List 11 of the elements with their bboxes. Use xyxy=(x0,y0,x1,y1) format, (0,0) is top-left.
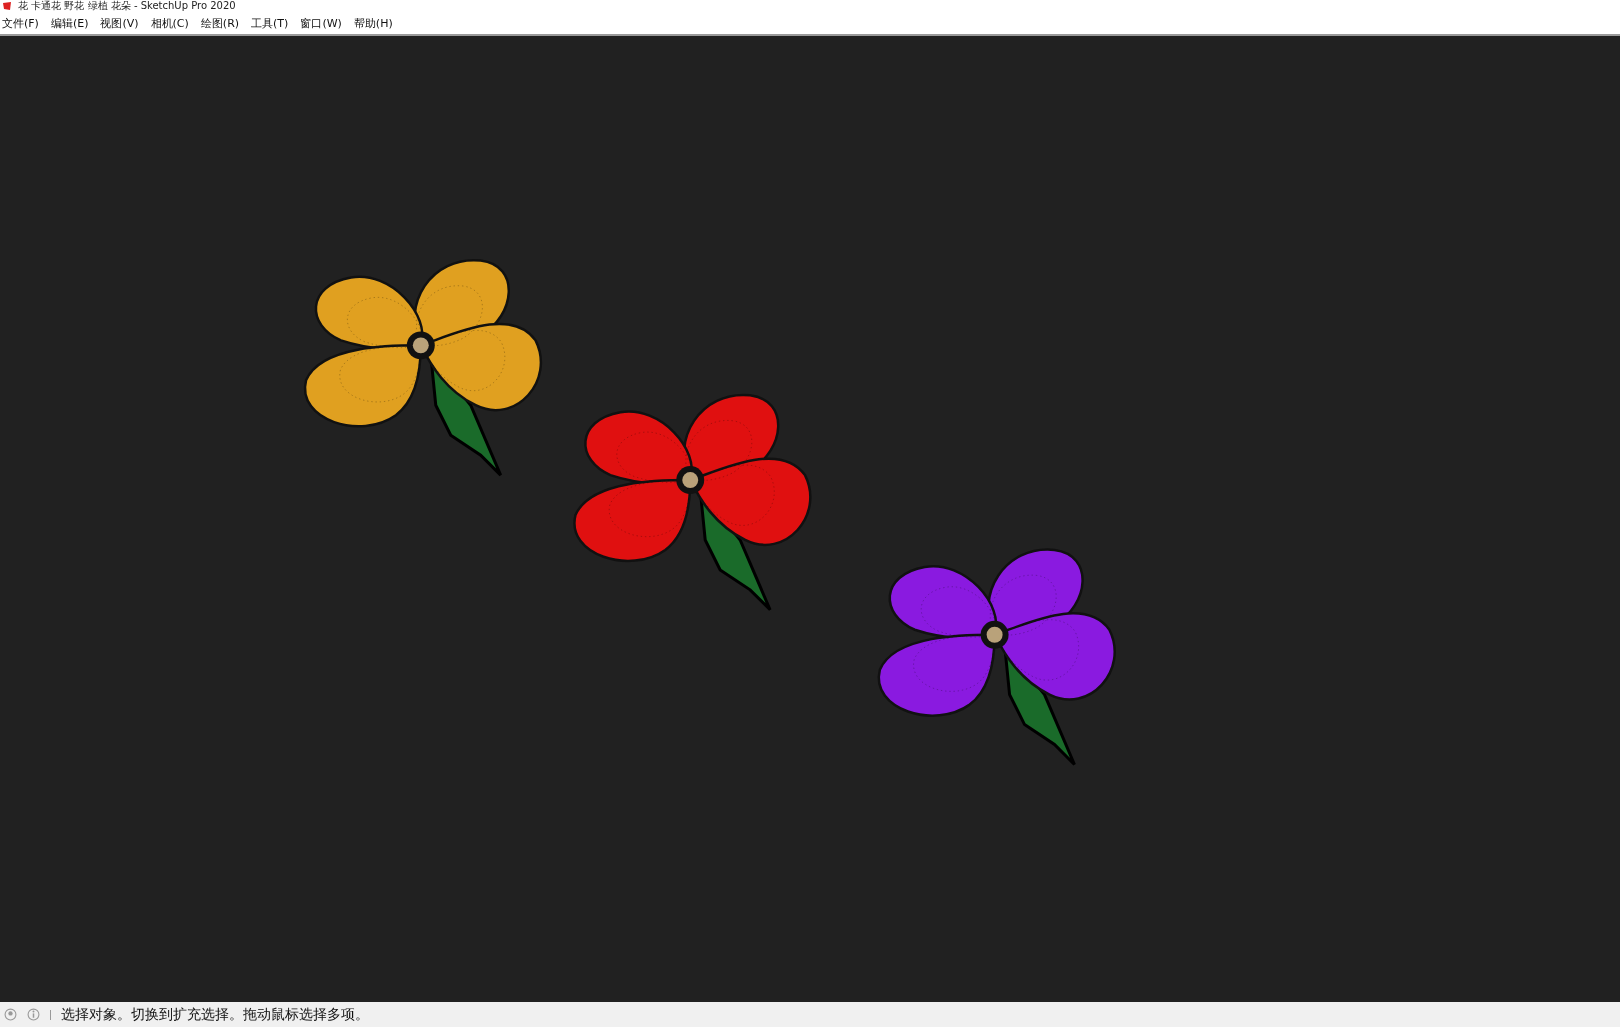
menu-item[interactable]: 文件(F) xyxy=(2,15,39,31)
status-message: 选择对象。切换到扩充选择。拖动鼠标选择多项。 xyxy=(61,1005,369,1024)
menu-item[interactable]: 工具(T) xyxy=(251,15,289,31)
window-title: 花 卡通花 野花 绿植 花朵 - SketchUp Pro 2020 xyxy=(18,0,236,12)
menu-item[interactable]: 视图(V) xyxy=(100,15,139,31)
menu-item[interactable]: 绘图(R) xyxy=(200,15,240,31)
info-icon[interactable] xyxy=(27,1008,40,1021)
menu-item[interactable]: 相机(C) xyxy=(150,15,189,31)
menu-item[interactable]: 编辑(E) xyxy=(50,15,89,31)
menu-item[interactable]: 窗口(W) xyxy=(300,15,342,31)
menu-item[interactable]: 帮助(H) xyxy=(353,15,393,31)
